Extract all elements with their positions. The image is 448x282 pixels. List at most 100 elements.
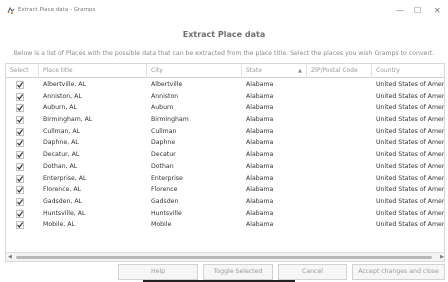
cell-state: Alabama — [246, 186, 274, 194]
table-header: Select Place title City State ▲ ZIP/Post… — [6, 64, 444, 78]
column-header-place-title[interactable]: Place title — [39, 64, 147, 78]
cell-city: Cullman — [151, 127, 177, 135]
cell-select — [6, 208, 39, 220]
column-header-zip[interactable]: ZIP/Postal Code — [307, 64, 372, 78]
cell-state: Alabama — [246, 162, 274, 170]
cell-select — [6, 91, 39, 103]
close-icon[interactable]: ✕ — [434, 6, 441, 15]
cell-country: United States of America — [376, 104, 445, 112]
cell-select — [6, 219, 39, 231]
checkbox-checked-icon[interactable] — [16, 186, 24, 194]
scroll-left-icon[interactable]: ◀ — [8, 254, 12, 260]
cell-country: United States of America — [376, 127, 445, 135]
cell-country: United States of America — [376, 209, 445, 217]
scroll-right-icon[interactable]: ▶ — [440, 254, 444, 260]
cell-zip — [307, 149, 372, 161]
cell-place-title: Florence, AL — [43, 186, 82, 194]
cell-city: Birmingham — [151, 116, 189, 124]
places-table[interactable]: Select Place title City State ▲ ZIP/Post… — [5, 63, 445, 262]
cell-zip — [307, 208, 372, 220]
cell-place-title: Decatur, AL — [43, 151, 80, 159]
table-row[interactable]: Birmingham, AL Birmingham Alabama United St… — [6, 114, 445, 126]
cell-select — [6, 173, 39, 185]
column-header-country[interactable]: Country — [372, 64, 444, 78]
table-row[interactable]: Enterprise, AL Enterprise Alabama United St… — [6, 173, 444, 185]
checkbox-checked-icon[interactable] — [16, 209, 24, 218]
cell-city: Enterprise — [151, 174, 183, 182]
column-header-state-label: State — [246, 67, 262, 74]
help-button[interactable]: Help — [118, 264, 198, 280]
cell-state: Alabama — [246, 151, 274, 159]
sort-ascending-icon: ▲ — [298, 68, 302, 74]
cell-place-title: Dothan, AL — [43, 162, 78, 170]
cell-select — [6, 149, 39, 161]
accept-changes-button[interactable]: Accept changes and close — [352, 264, 445, 280]
table-row[interactable]: Auburn, AL Auburn Alabama United States of … — [6, 102, 445, 114]
dialog-description: Below is a list of Places with the possi… — [13, 50, 435, 57]
checkbox-checked-icon[interactable] — [16, 163, 24, 171]
toggle-selected-button[interactable]: Toggle Selected — [203, 264, 273, 280]
cell-zip — [307, 102, 372, 114]
cell-zip — [307, 126, 372, 138]
cell-select — [6, 184, 39, 196]
checkbox-checked-icon[interactable] — [16, 174, 24, 183]
table-row[interactable]: Cullman, AL Cullman Alabama United States o… — [6, 126, 445, 138]
cell-select — [6, 79, 39, 91]
cell-city: Auburn — [151, 104, 174, 112]
checkbox-checked-icon[interactable] — [16, 151, 24, 159]
cell-zip — [307, 137, 372, 149]
cell-state: Alabama — [246, 174, 274, 182]
cell-place-title: Enterprise, AL — [43, 174, 87, 182]
cell-place-title: Daphne, AL — [43, 139, 79, 147]
checkbox-checked-icon[interactable] — [16, 81, 24, 89]
cell-country: United States of America — [376, 162, 445, 170]
checkbox-checked-icon[interactable] — [16, 198, 24, 206]
column-header-select[interactable]: Select — [6, 64, 39, 78]
cell-city: Decatur — [151, 151, 176, 159]
scrollbar-thumb[interactable] — [16, 256, 432, 259]
cell-state: Alabama — [246, 116, 274, 124]
checkbox-checked-icon[interactable] — [16, 116, 24, 124]
checkbox-checked-icon[interactable] — [16, 92, 24, 101]
cell-city: Mobile — [151, 221, 172, 229]
cell-zip — [307, 79, 372, 91]
cell-country: United States of America — [376, 81, 445, 88]
checkbox-checked-icon[interactable] — [16, 139, 24, 148]
checkbox-checked-icon[interactable] — [16, 104, 24, 113]
horizontal-scrollbar[interactable]: ◀ ▶ — [6, 252, 444, 261]
table-row[interactable]: Decatur, AL Decatur Alabama United States o… — [6, 149, 444, 161]
cell-country: United States of America — [376, 116, 445, 124]
checkbox-checked-icon[interactable] — [16, 221, 24, 230]
table-row[interactable]: Daphne, AL Daphne Alabama United States of … — [6, 137, 444, 149]
cell-city: Gadsden — [151, 197, 179, 205]
cell-place-title: Huntsville, AL — [43, 209, 86, 217]
cell-select — [6, 137, 39, 149]
table-row[interactable]: Mobile, AL Mobile Alabama United States of … — [6, 219, 444, 231]
table-row[interactable]: Gadsden, AL Gadsden Alabama United States o… — [6, 196, 444, 208]
cell-state: Alabama — [246, 209, 274, 217]
minimize-icon[interactable]: — — [396, 6, 404, 15]
table-row[interactable]: Huntsville, AL Huntsville Alabama United St… — [6, 208, 445, 220]
checkbox-checked-icon[interactable] — [16, 127, 24, 136]
table-row[interactable]: Anniston, AL Anniston Alabama United States… — [6, 91, 444, 103]
cell-zip — [307, 184, 372, 196]
table-row[interactable]: Dothan, AL Dothan Alabama United States of … — [6, 161, 445, 173]
table-row[interactable]: Florence, AL Florence Alabama United States… — [6, 184, 445, 196]
cell-select — [6, 126, 39, 138]
cell-zip — [307, 173, 372, 185]
cell-state: Alabama — [246, 197, 274, 205]
cell-country: United States of America — [376, 186, 445, 194]
cell-place-title: Auburn, AL — [43, 104, 77, 112]
cell-select — [6, 196, 39, 208]
cell-zip — [307, 219, 372, 231]
cell-place-title: Anniston, AL — [43, 92, 82, 100]
cell-state: Alabama — [246, 92, 274, 100]
cell-state: Alabama — [246, 104, 274, 112]
cell-state: Alabama — [246, 127, 274, 135]
dialog-title: Extract Place data — [182, 30, 266, 39]
cancel-button[interactable]: Cancel — [278, 264, 347, 280]
table-row[interactable]: Albertville, AL Albertville Alabama United … — [6, 79, 445, 91]
column-header-city[interactable]: City — [147, 64, 242, 78]
maximize-icon[interactable]: ☐ — [414, 6, 421, 15]
column-header-state[interactable]: State ▲ — [242, 64, 307, 78]
